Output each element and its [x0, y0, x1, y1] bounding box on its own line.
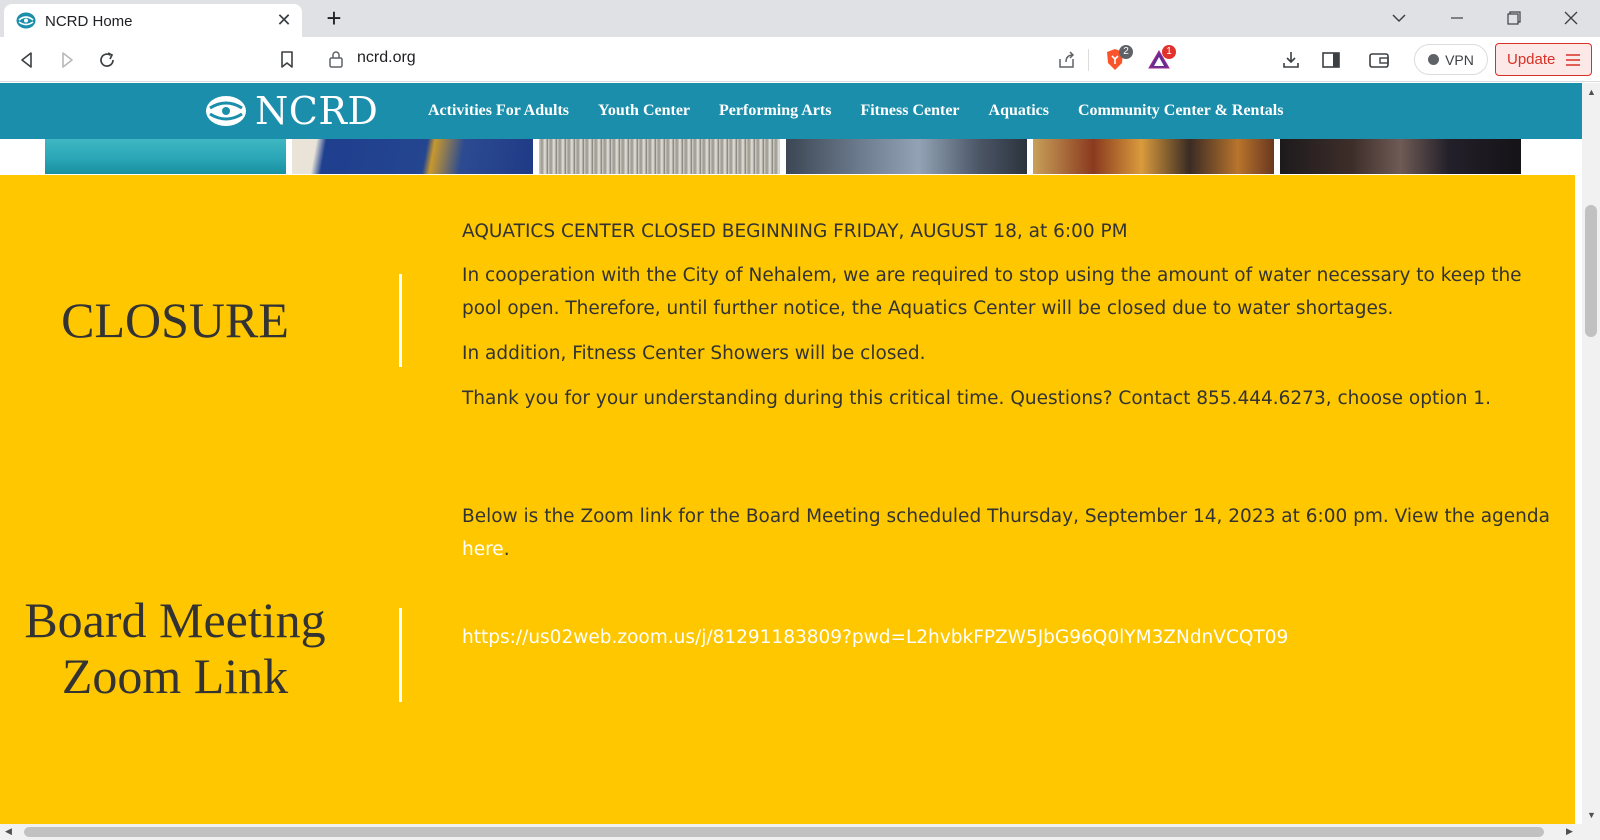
board-heading-line-1: Board Meeting: [24, 592, 326, 648]
zoom-link-row: https://us02web.zoom.us/j/81291183809?pw…: [462, 621, 1562, 654]
closure-headline: AQUATICS CENTER CLOSED BEGINNING FRIDAY,…: [462, 221, 1128, 242]
browser-toolbar: ncrd.org 2 1 VPN Update: [0, 37, 1600, 82]
vpn-status-icon: [1428, 54, 1440, 65]
announcement-section: CLOSURE AQUATICS CENTER CLOSED BEGINNING…: [0, 175, 1575, 824]
board-intro: Below is the Zoom link for the Board Mee…: [462, 500, 1562, 566]
sidebar-toggle-icon[interactable]: [1316, 45, 1346, 75]
nav-youth-center[interactable]: Youth Center: [598, 102, 690, 120]
ncrd-favicon-icon: [16, 12, 36, 29]
brave-shields-icon[interactable]: 2: [1100, 45, 1133, 75]
photo-performance: [1280, 139, 1521, 174]
vpn-button[interactable]: VPN: [1414, 44, 1488, 75]
minimize-icon[interactable]: [1442, 6, 1472, 30]
brave-rewards-icon[interactable]: 1: [1144, 45, 1176, 75]
tab-ncrd-home[interactable]: NCRD Home ✕: [4, 4, 302, 37]
nav-links: Activities For Adults Youth Center Perfo…: [428, 83, 1283, 139]
zoom-meeting-link[interactable]: https://us02web.zoom.us/j/81291183809?pw…: [462, 627, 1288, 648]
downloads-icon[interactable]: [1276, 45, 1306, 75]
scroll-down-arrow-icon[interactable]: ▼: [1587, 810, 1596, 820]
photo-pool-swimmers: [45, 139, 286, 174]
bookmark-icon[interactable]: [272, 45, 302, 75]
brave-rewards-badge: 1: [1162, 45, 1176, 59]
vertical-scroll-thumb[interactable]: [1585, 205, 1597, 337]
close-window-icon[interactable]: [1556, 6, 1586, 30]
nav-activities-for-adults[interactable]: Activities For Adults: [428, 102, 569, 120]
nav-aquatics[interactable]: Aquatics: [989, 102, 1049, 120]
photo-fitness-gym: [786, 139, 1027, 174]
tab-bar: NCRD Home ✕ +: [0, 0, 1600, 37]
forward-icon[interactable]: [52, 45, 82, 75]
board-meeting-heading: Board Meeting Zoom Link: [0, 592, 350, 704]
board-intro-period: .: [503, 539, 510, 560]
restore-icon[interactable]: [1499, 6, 1529, 30]
horizontal-scrollbar[interactable]: ◀ ▶: [0, 824, 1600, 840]
lock-icon[interactable]: [326, 49, 346, 69]
board-heading-line-2: Zoom Link: [61, 648, 289, 704]
address-bar-url[interactable]: ncrd.org: [357, 49, 416, 67]
closure-paragraph-1: In cooperation with the City of Nehalem,…: [462, 265, 1522, 319]
closure-paragraph-3: Thank you for your understanding during …: [462, 388, 1491, 409]
site-navigation: NCRD Activities For Adults Youth Center …: [0, 83, 1582, 139]
closure-heading: CLOSURE: [25, 290, 325, 350]
closure-divider: [399, 274, 402, 367]
wallet-icon[interactable]: [1364, 45, 1394, 75]
nav-performing-arts[interactable]: Performing Arts: [719, 102, 831, 120]
photo-group-crowd: [539, 139, 780, 174]
vpn-label: VPN: [1445, 51, 1474, 68]
vertical-scrollbar[interactable]: ▲ ▼: [1582, 83, 1600, 824]
ncrd-logo-icon: [206, 96, 246, 126]
brave-shields-badge: 2: [1119, 45, 1133, 59]
tab-title: NCRD Home: [45, 13, 133, 30]
scroll-up-arrow-icon[interactable]: ▲: [1587, 87, 1596, 97]
horizontal-scroll-thumb[interactable]: [24, 827, 1544, 837]
closure-heading-text: CLOSURE: [61, 292, 289, 348]
update-button[interactable]: Update: [1495, 43, 1592, 76]
reload-icon[interactable]: [92, 45, 122, 75]
board-divider: [399, 608, 402, 702]
agenda-link[interactable]: here: [462, 539, 504, 560]
scroll-left-arrow-icon[interactable]: ◀: [5, 826, 12, 837]
photo-map-mural: [292, 139, 533, 174]
back-icon[interactable]: [12, 45, 42, 75]
closure-paragraph-2: In addition, Fitness Center Showers will…: [462, 343, 926, 364]
hero-photo-strip: [45, 139, 1521, 174]
new-tab-icon[interactable]: +: [320, 4, 348, 32]
closure-text: AQUATICS CENTER CLOSED BEGINNING FRIDAY,…: [462, 215, 1562, 427]
photo-dance-floor: [1033, 139, 1274, 174]
scroll-right-arrow-icon[interactable]: ▶: [1566, 826, 1573, 837]
update-label: Update: [1507, 51, 1556, 68]
nav-fitness-center[interactable]: Fitness Center: [860, 102, 959, 120]
tab-search-chevron-icon[interactable]: [1384, 6, 1414, 30]
ncrd-logo[interactable]: NCRD: [205, 88, 378, 134]
menu-icon: [1566, 54, 1580, 66]
logo-text: NCRD: [255, 89, 379, 133]
page-viewport: NCRD Activities For Adults Youth Center …: [0, 83, 1582, 824]
tab-close-icon[interactable]: ✕: [274, 10, 294, 30]
nav-community-center-rentals[interactable]: Community Center & Rentals: [1078, 102, 1283, 120]
board-intro-text: Below is the Zoom link for the Board Mee…: [462, 506, 1550, 527]
toolbar-divider: [1088, 49, 1089, 71]
share-icon[interactable]: [1052, 45, 1082, 75]
